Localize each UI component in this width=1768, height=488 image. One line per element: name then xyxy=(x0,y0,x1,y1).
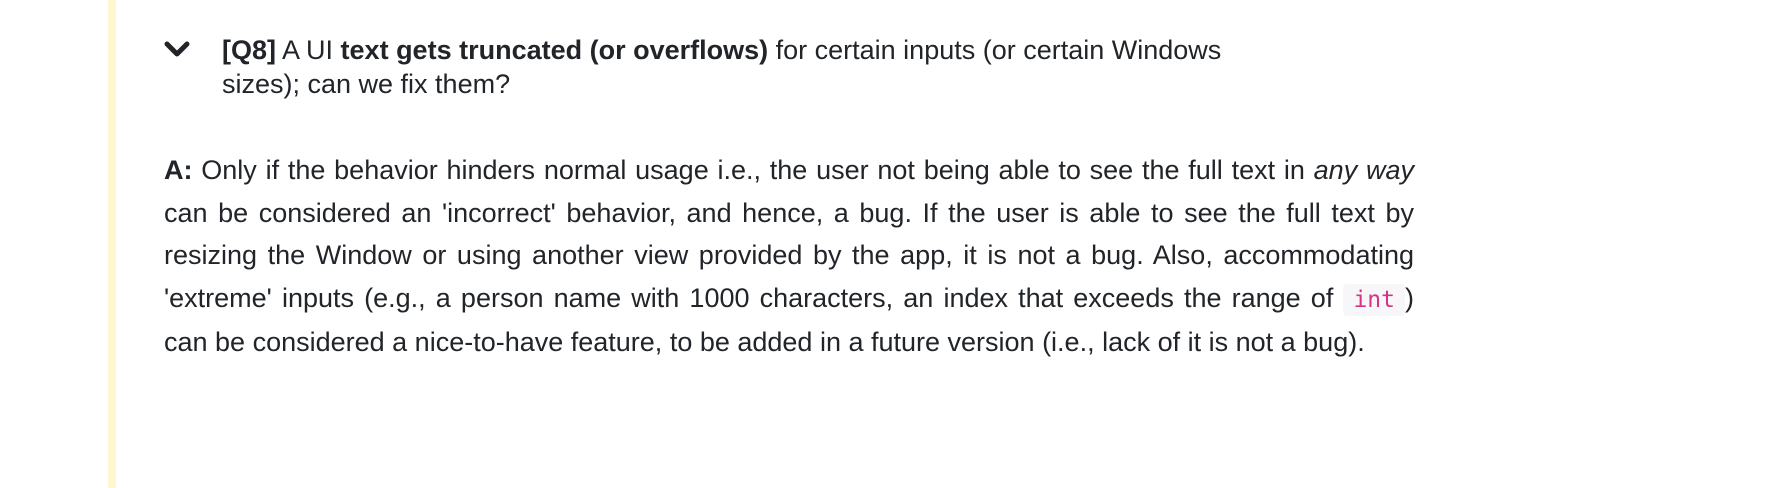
inline-code: int xyxy=(1343,283,1405,316)
answer-text-part-1: Only if the behavior hinders normal usag… xyxy=(192,155,1314,185)
question-bold-text: text gets truncated (or overflows) xyxy=(340,35,769,65)
faq-answer: A: Only if the behavior hinders normal u… xyxy=(164,149,1414,364)
left-accent-bar xyxy=(108,0,116,488)
chevron-down-icon[interactable] xyxy=(164,40,190,58)
answer-label: A: xyxy=(164,155,193,185)
question-text: [Q8] A UI text gets truncated (or overfl… xyxy=(222,33,1232,101)
answer-text-part-2: can be considered an 'incorrect' behavio… xyxy=(164,197,1414,313)
question-tag: [Q8] xyxy=(222,35,276,65)
answer-emphasis: any way xyxy=(1313,155,1414,185)
question-text-part-1: A UI xyxy=(276,35,341,65)
